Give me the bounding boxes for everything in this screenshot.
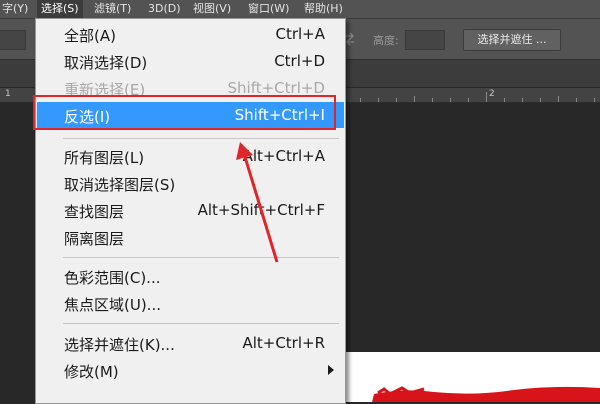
ruler-tick bbox=[504, 98, 505, 102]
menu-item-modify[interactable]: 修改(M) bbox=[37, 357, 344, 383]
menu-item-label: 查找图层 bbox=[64, 203, 125, 221]
menu-item-isolate-layers[interactable]: 隔离图层 bbox=[37, 224, 344, 250]
ruler-tick bbox=[360, 98, 361, 102]
menu-item-focus-area[interactable]: 焦点区域(U)... bbox=[37, 290, 344, 316]
menu-help[interactable]: 帮助(H) bbox=[300, 0, 347, 18]
ruler-tick bbox=[486, 92, 487, 102]
menu-item-shortcut: Shift+Ctrl+D bbox=[227, 79, 325, 97]
ruler-tick bbox=[594, 98, 595, 102]
menu-item-inverse[interactable]: 反选(I) Shift+Ctrl+I bbox=[37, 102, 344, 128]
height-label: 高度: bbox=[373, 34, 399, 47]
ruler-tick bbox=[450, 98, 451, 102]
menu-item-select-and-mask[interactable]: 选择并遮住(K)... Alt+Ctrl+R bbox=[37, 330, 344, 356]
height-field[interactable] bbox=[405, 30, 445, 50]
menu-item-label: 隔离图层 bbox=[64, 230, 125, 248]
ruler-tick bbox=[378, 98, 379, 102]
menu-item-label: 反选(I) bbox=[64, 108, 111, 126]
ruler-tick bbox=[522, 98, 523, 102]
menu-bar: 字(Y) 选择(S) 滤镜(T) 3D(D) 视图(V) 窗口(W) 帮助(H) bbox=[0, 0, 600, 19]
menu-item-shortcut: Alt+Ctrl+A bbox=[242, 147, 325, 165]
select-menu-dropdown: 全部(A) Ctrl+A 取消选择(D) Ctrl+D 重新选择(E) Shif… bbox=[35, 18, 346, 404]
ruler-tick bbox=[558, 96, 559, 102]
menu-select[interactable]: 选择(S) bbox=[37, 0, 83, 18]
menu-item-shortcut: Alt+Shift+Ctrl+F bbox=[197, 201, 325, 219]
menu-item-shortcut: Alt+Ctrl+R bbox=[242, 334, 325, 352]
menu-item-label: 色彩范围(C)... bbox=[64, 269, 161, 287]
menu-item-all-layers[interactable]: 所有图层(L) Alt+Ctrl+A bbox=[37, 143, 344, 169]
menu-window[interactable]: 窗口(W) bbox=[244, 0, 293, 18]
menu-item-find-layers[interactable]: 查找图层 Alt+Shift+Ctrl+F bbox=[37, 197, 344, 223]
menu-item-select-all[interactable]: 全部(A) Ctrl+A bbox=[37, 21, 344, 47]
menu-filter[interactable]: 滤镜(T) bbox=[90, 0, 135, 18]
menu-item-label: 修改(M) bbox=[64, 363, 119, 381]
menu-item-shortcut: Ctrl+A bbox=[275, 25, 325, 43]
ruler-tick bbox=[396, 98, 397, 102]
document-canvas[interactable] bbox=[344, 352, 600, 402]
option-field-left[interactable] bbox=[0, 30, 26, 50]
menu-item-label: 选择并遮住(K)... bbox=[64, 336, 175, 354]
ruler-tick bbox=[414, 96, 415, 102]
menu-separator bbox=[63, 323, 339, 324]
menu-item-reselect: 重新选择(E) Shift+Ctrl+D bbox=[37, 75, 344, 101]
menu-view[interactable]: 视图(V) bbox=[189, 0, 235, 18]
ruler-tick bbox=[432, 98, 433, 102]
menu-item-label: 取消选择图层(S) bbox=[64, 176, 176, 194]
ruler-mark-1: 1 bbox=[5, 89, 11, 99]
ruler-tick bbox=[468, 98, 469, 102]
menu-3d[interactable]: 3D(D) bbox=[144, 0, 185, 18]
menu-separator bbox=[63, 257, 339, 258]
menu-item-label: 取消选择(D) bbox=[64, 54, 148, 72]
menu-separator bbox=[63, 138, 339, 139]
menu-item-label: 全部(A) bbox=[64, 27, 116, 45]
submenu-arrow-icon bbox=[328, 365, 334, 375]
menu-item-deselect[interactable]: 取消选择(D) Ctrl+D bbox=[37, 48, 344, 74]
ruler-tick bbox=[540, 98, 541, 102]
menu-type[interactable]: 字(Y) bbox=[0, 0, 32, 18]
menu-item-label: 重新选择(E) bbox=[64, 81, 146, 99]
ruler-tick bbox=[576, 98, 577, 102]
menu-item-label: 焦点区域(U)... bbox=[64, 296, 161, 314]
menu-item-shortcut: Shift+Ctrl+I bbox=[234, 106, 325, 124]
red-brush-stroke-image bbox=[372, 386, 600, 402]
ruler-mark-2: 2 bbox=[489, 89, 495, 99]
select-and-mask-button[interactable]: 选择并遮住 ... bbox=[463, 29, 561, 51]
menu-item-deselect-layers[interactable]: 取消选择图层(S) bbox=[37, 170, 344, 196]
menu-item-color-range[interactable]: 色彩范围(C)... bbox=[37, 263, 344, 289]
menu-item-label: 所有图层(L) bbox=[64, 149, 145, 167]
menu-item-shortcut: Ctrl+D bbox=[274, 52, 325, 70]
